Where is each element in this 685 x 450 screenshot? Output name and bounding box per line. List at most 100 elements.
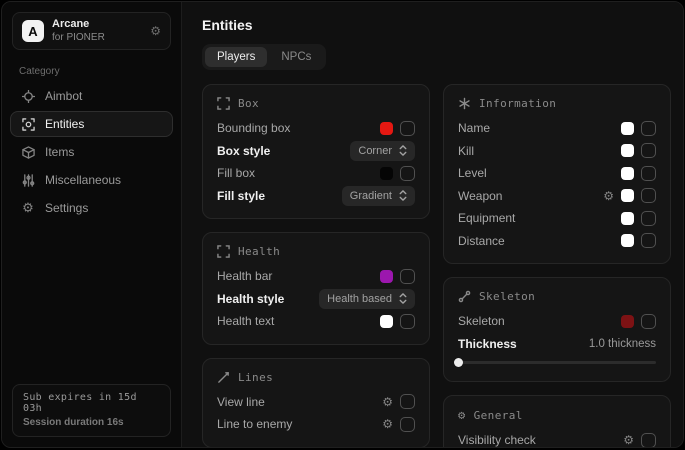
row-equipment: Equipment <box>458 207 656 230</box>
line-to-enemy-settings-icon[interactable]: ⚙ <box>382 418 393 430</box>
equipment-checkbox[interactable] <box>641 211 656 226</box>
row-label: Name <box>458 121 490 135</box>
weapon-settings-icon[interactable]: ⚙ <box>603 190 614 202</box>
row-label: Box style <box>217 144 270 158</box>
row-label: Health style <box>217 292 284 306</box>
row-label: Health text <box>217 314 274 328</box>
line-to-enemy-checkbox[interactable] <box>400 417 415 432</box>
card-information: Information Name Kill <box>443 84 671 264</box>
bone-icon <box>458 290 471 303</box>
logo-card: A Arcane for PIONER ⚙ <box>12 12 171 50</box>
tab-players[interactable]: Players <box>205 47 267 67</box>
thickness-slider[interactable] <box>458 357 656 367</box>
sidebar-item-items[interactable]: Items <box>10 139 173 165</box>
weapon-checkbox[interactable] <box>641 188 656 203</box>
name-checkbox[interactable] <box>641 121 656 136</box>
row-health-text: Health text <box>217 310 415 333</box>
sliders-icon <box>21 173 35 187</box>
session-duration-text: Session duration 16s <box>23 417 160 428</box>
row-label: Fill box <box>217 166 255 180</box>
card-title: Skeleton <box>479 290 535 303</box>
row-label: Line to enemy <box>217 417 292 431</box>
tab-npcs[interactable]: NPCs <box>269 47 323 67</box>
color-swatch[interactable] <box>621 234 634 247</box>
row-view-line: View line ⚙ <box>217 391 415 414</box>
skeleton-checkbox[interactable] <box>641 314 656 329</box>
app-subtitle: for PIONER <box>52 32 105 45</box>
chevron-updown-icon <box>399 145 407 156</box>
distance-checkbox[interactable] <box>641 233 656 248</box>
fill-box-checkbox[interactable] <box>400 166 415 181</box>
fill-style-dropdown[interactable]: Gradient <box>342 186 415 206</box>
slider-thumb[interactable] <box>454 358 463 367</box>
bounding-box-checkbox[interactable] <box>400 121 415 136</box>
row-label: Fill style <box>217 189 265 203</box>
package-icon <box>21 145 35 159</box>
slider-track[interactable] <box>458 361 656 364</box>
card-title: Box <box>238 97 259 110</box>
row-fill-box: Fill box <box>217 162 415 185</box>
row-label: Kill <box>458 144 474 158</box>
kill-checkbox[interactable] <box>641 143 656 158</box>
row-box-style: Box style Corner <box>217 140 415 163</box>
color-swatch[interactable] <box>621 122 634 135</box>
color-swatch[interactable] <box>380 315 393 328</box>
card-title: General <box>474 409 523 422</box>
diagonal-line-icon <box>217 371 230 384</box>
row-line-to-enemy: Line to enemy ⚙ <box>217 413 415 436</box>
row-health-style: Health style Health based <box>217 288 415 311</box>
color-swatch[interactable] <box>621 212 634 225</box>
chevron-updown-icon <box>399 190 407 201</box>
row-label: Visibility check <box>458 433 536 447</box>
sidebar-item-entities[interactable]: Entities <box>10 111 173 137</box>
entity-type-tabs: Players NPCs <box>202 44 326 70</box>
corner-brackets-icon <box>217 97 230 110</box>
dropdown-value: Gradient <box>350 190 392 202</box>
row-thickness: Thickness 1.0 thickness <box>458 333 656 356</box>
level-checkbox[interactable] <box>641 166 656 181</box>
gear-icon: ⚙ <box>21 201 35 215</box>
row-weapon: Weapon ⚙ <box>458 185 656 208</box>
sidebar-item-label: Entities <box>45 117 84 131</box>
card-title: Health <box>238 245 280 258</box>
color-swatch[interactable] <box>621 167 634 180</box>
row-visibility-check: Visibility check ⚙ <box>458 429 656 447</box>
sidebar-item-settings[interactable]: ⚙ Settings <box>10 195 173 221</box>
sidebar-item-miscellaneous[interactable]: Miscellaneous <box>10 167 173 193</box>
card-lines: Lines View line ⚙ Line to enemy ⚙ <box>202 358 430 448</box>
view-line-settings-icon[interactable]: ⚙ <box>382 396 393 408</box>
crosshair-icon <box>21 89 35 103</box>
health-style-dropdown[interactable]: Health based <box>319 289 415 309</box>
account-gear-icon[interactable]: ⚙ <box>150 24 161 38</box>
color-swatch[interactable] <box>380 270 393 283</box>
color-swatch[interactable] <box>380 122 393 135</box>
row-level: Level <box>458 162 656 185</box>
row-distance: Distance <box>458 230 656 253</box>
sidebar-item-label: Items <box>45 145 74 159</box>
app-logo: A <box>22 20 44 42</box>
main-panel: Entities Players NPCs Box Bounding box <box>182 2 683 447</box>
color-swatch[interactable] <box>621 315 634 328</box>
card-box: Box Bounding box Box style Corne <box>202 84 430 219</box>
category-label: Category <box>19 66 181 77</box>
sidebar-item-aimbot[interactable]: Aimbot <box>10 83 173 109</box>
view-line-checkbox[interactable] <box>400 394 415 409</box>
row-label: Distance <box>458 234 505 248</box>
row-name: Name <box>458 117 656 140</box>
color-swatch[interactable] <box>621 144 634 157</box>
row-skeleton: Skeleton <box>458 310 656 333</box>
row-kill: Kill <box>458 140 656 163</box>
app-window: A Arcane for PIONER ⚙ Category Aimbot En… <box>1 1 684 448</box>
health-bar-checkbox[interactable] <box>400 269 415 284</box>
box-style-dropdown[interactable]: Corner <box>350 141 415 161</box>
color-swatch[interactable] <box>380 167 393 180</box>
card-title: Information <box>479 97 556 110</box>
visibility-check-checkbox[interactable] <box>641 433 656 447</box>
health-text-checkbox[interactable] <box>400 314 415 329</box>
row-label: Health bar <box>217 269 272 283</box>
card-title: Lines <box>238 371 273 384</box>
sidebar-item-label: Settings <box>45 201 88 215</box>
dropdown-value: Health based <box>327 293 392 305</box>
color-swatch[interactable] <box>621 189 634 202</box>
visibility-settings-icon[interactable]: ⚙ <box>623 434 634 446</box>
